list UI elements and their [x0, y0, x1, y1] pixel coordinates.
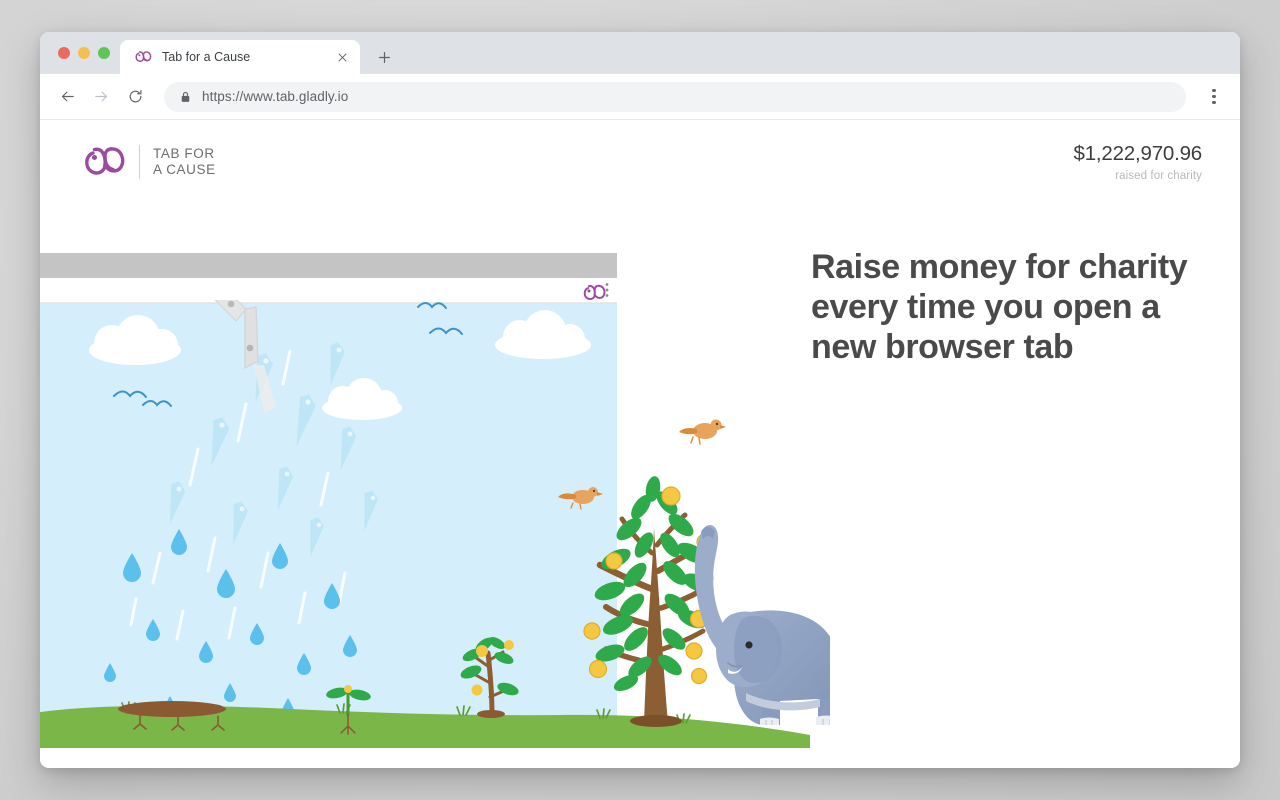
forward-button[interactable]	[86, 82, 116, 112]
brand-name-line1: TAB FOR	[153, 146, 215, 161]
tab-favicon-elephant-icon	[134, 48, 152, 66]
brand-name: TAB FOR A CAUSE	[153, 146, 216, 178]
window-controls	[52, 32, 120, 74]
donation-amount: $1,222,970.96	[1073, 142, 1203, 165]
address-bar[interactable]: https://www.tab.gladly.io	[164, 81, 1186, 112]
tab-close-icon[interactable]	[334, 49, 350, 65]
window-minimize-button[interactable]	[78, 47, 90, 59]
browser-window: Tab for a Cause https://www.tab.gladly.i…	[40, 32, 1240, 768]
address-bar-url: https://www.tab.gladly.io	[202, 89, 349, 104]
donation-label: raised for charity	[1115, 170, 1202, 182]
new-tab-button[interactable]	[370, 43, 398, 71]
inner-browser-menu-icon	[605, 283, 609, 297]
tab-strip: Tab for a Cause	[40, 32, 1240, 74]
tab-title: Tab for a Cause	[162, 50, 251, 64]
brand-name-line2: A CAUSE	[153, 162, 216, 177]
window-maximize-button[interactable]	[98, 47, 110, 59]
bird-perched	[679, 419, 726, 445]
elephant	[694, 525, 830, 725]
reload-button[interactable]	[120, 82, 150, 112]
logo-divider	[139, 145, 140, 179]
lock-icon	[180, 91, 191, 103]
browser-tab[interactable]: Tab for a Cause	[120, 40, 360, 74]
site-logo[interactable]: TAB FOR A CAUSE	[80, 142, 216, 182]
elephant-logo-icon	[80, 142, 126, 182]
back-button[interactable]	[52, 82, 82, 112]
hero-illustration	[40, 253, 830, 767]
site-header: TAB FOR A CAUSE $1,222,970.96 raised for…	[40, 120, 1240, 212]
browser-toolbar: https://www.tab.gladly.io	[40, 74, 1240, 120]
page-content: TAB FOR A CAUSE $1,222,970.96 raised for…	[40, 120, 1240, 767]
browser-menu-button[interactable]	[1202, 85, 1226, 109]
window-close-button[interactable]	[58, 47, 70, 59]
donation-counter: $1,222,970.96 raised for charity	[1074, 142, 1203, 182]
page-headline: Raise money for charity every time you o…	[811, 248, 1188, 366]
